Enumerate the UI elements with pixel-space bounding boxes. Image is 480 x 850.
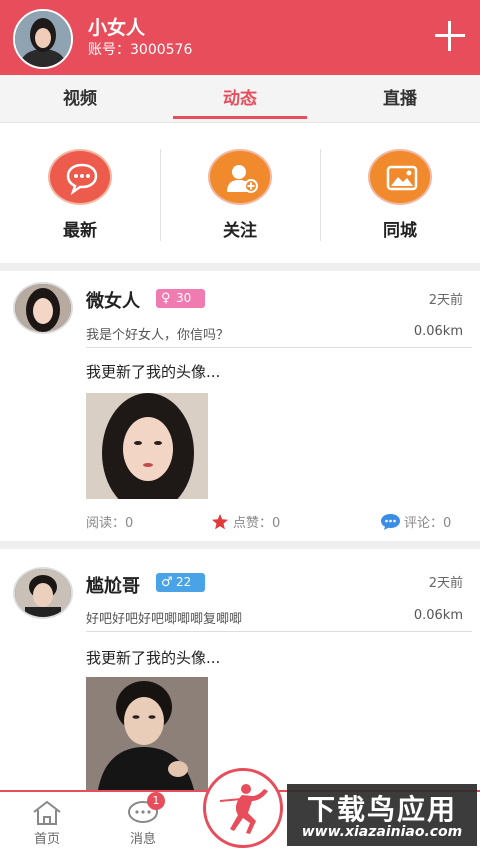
post-text: 我更新了我的头像... [86, 649, 221, 667]
nav-home[interactable]: 首页 [22, 800, 72, 847]
nav-messages-label: 消息 [129, 832, 156, 847]
divider [0, 263, 480, 271]
user-avatar[interactable] [13, 9, 73, 69]
nav-home-label: 首页 [33, 832, 60, 847]
post-time: 2天前 [428, 293, 463, 308]
feed-post[interactable]: 微女人 ♀ 30 2天前 我是个好女人，你信吗？ 0.06km 我更新了我的头像… [0, 271, 480, 541]
comment-icon [381, 514, 400, 530]
star-icon [212, 514, 228, 530]
post-avatar[interactable] [13, 282, 73, 334]
post-photo[interactable] [86, 677, 208, 790]
plus-icon[interactable] [432, 18, 468, 54]
male-icon: ♂ [161, 575, 173, 590]
category-row: 最新 关注 同城 [0, 123, 480, 263]
chat-bubble-icon [48, 149, 112, 205]
category-nearby-label: 同城 [383, 221, 417, 241]
post-signature: 好吧好吧好吧唧唧唧复唧唧 [86, 612, 243, 627]
account-number: 账号：3000576 [88, 42, 193, 58]
category-latest[interactable]: 最新 [0, 123, 160, 263]
gender-age-badge: ♂ 22 [156, 573, 205, 592]
tab-moments[interactable]: 动态 [160, 75, 320, 122]
category-following[interactable]: 关注 [160, 123, 320, 263]
like-count: 点赞：0 [233, 516, 281, 531]
unread-badge: 1 [147, 792, 165, 810]
divider [86, 347, 472, 348]
female-icon: ♀ [161, 291, 171, 306]
dancer-icon [219, 784, 268, 834]
comment-button[interactable]: 评论：0 [381, 512, 451, 531]
read-count: 阅读：0 [86, 516, 134, 531]
like-button[interactable]: 点赞：0 [211, 512, 280, 531]
watermark-url: www.xiazainiao.com [301, 824, 463, 840]
top-header: 小女人 账号：3000576 [0, 0, 480, 75]
post-distance: 0.06km [413, 324, 463, 339]
tab-live[interactable]: 直播 [320, 75, 480, 122]
divider [0, 541, 480, 549]
post-signature: 我是个好女人，你信吗？ [86, 328, 230, 343]
nav-messages[interactable]: 1 消息 [118, 792, 168, 847]
category-following-label: 关注 [223, 221, 257, 241]
center-action-button[interactable] [203, 768, 283, 848]
post-avatar[interactable] [13, 567, 73, 619]
username: 小女人 [88, 17, 146, 39]
age-value: 30 [176, 291, 192, 305]
message-icon: 1 [127, 792, 165, 826]
post-text: 我更新了我的头像... [86, 363, 221, 381]
post-time: 2天前 [428, 576, 463, 591]
post-author-name[interactable]: 尴尬哥 [86, 572, 140, 598]
watermark: 下载鸟应用 www.xiazainiao.com [287, 784, 477, 846]
post-author-name[interactable]: 微女人 [86, 287, 140, 313]
divider [86, 631, 472, 632]
post-photo[interactable] [86, 393, 208, 499]
tab-bar: 视频 动态 直播 [0, 75, 480, 123]
watermark-title: 下载鸟应用 [306, 793, 457, 826]
post-distance: 0.06km [413, 608, 463, 623]
age-value: 22 [176, 575, 192, 589]
home-icon [31, 800, 63, 826]
category-latest-label: 最新 [63, 221, 97, 241]
comment-count: 评论：0 [404, 516, 452, 531]
image-landscape-icon [368, 149, 432, 205]
tab-video[interactable]: 视频 [0, 75, 160, 122]
feed-post[interactable]: 尴尬哥 ♂ 22 2天前 好吧好吧好吧唧唧唧复唧唧 0.06km 我更新了我的头… [0, 549, 480, 790]
category-nearby[interactable]: 同城 [320, 123, 480, 263]
add-user-icon [208, 149, 272, 205]
gender-age-badge: ♀ 30 [156, 289, 205, 308]
